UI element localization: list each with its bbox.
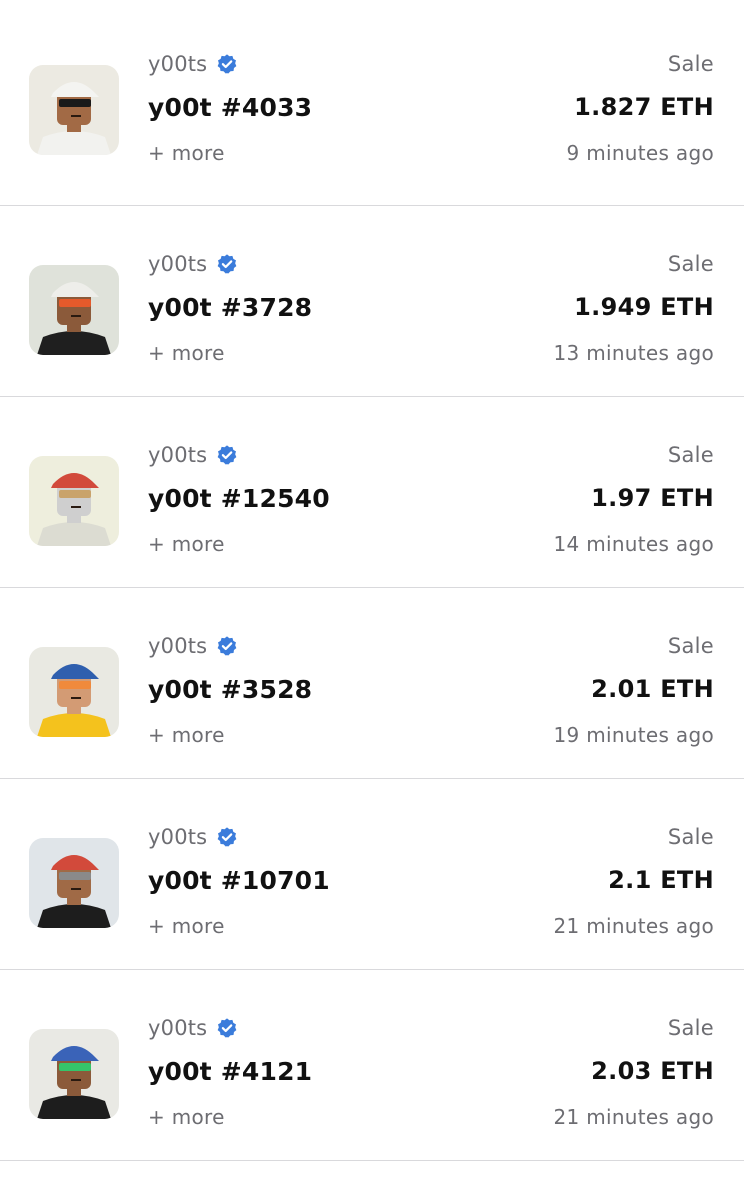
sale-price: 2.01 ETH [591,675,714,703]
nft-avatar-image [29,1029,119,1119]
sale-timestamp[interactable]: 21 minutes ago [553,914,714,938]
nft-item-name[interactable]: y00t #12540 [148,484,330,513]
sale-price: 1.97 ETH [591,484,714,512]
sale-price: 1.827 ETH [574,93,714,121]
collection-label: y00ts [148,825,208,849]
sales-activity-list: y00ts y00t #4033 + more Sale 1.827 ETH 9… [0,0,744,1161]
collection-name[interactable]: y00ts [148,252,238,276]
more-items-link[interactable]: + more [148,723,225,747]
event-type: Sale [667,634,714,658]
more-items-link[interactable]: + more [148,532,225,556]
nft-thumbnail[interactable] [29,1029,119,1119]
nft-thumbnail[interactable] [29,456,119,546]
sale-timestamp[interactable]: 9 minutes ago [567,141,714,165]
sale-timestamp[interactable]: 21 minutes ago [553,1105,714,1129]
verified-badge-icon [216,444,238,466]
sale-row[interactable]: y00ts y00t #4033 + more Sale 1.827 ETH 9… [0,0,744,206]
sale-price: 2.03 ETH [591,1057,714,1085]
collection-label: y00ts [148,252,208,276]
sale-row[interactable]: y00ts y00t #4121 + more Sale 2.03 ETH 21… [0,970,744,1161]
collection-name[interactable]: y00ts [148,52,238,76]
verified-badge-icon [216,1017,238,1039]
sale-row[interactable]: y00ts y00t #3528 + more Sale 2.01 ETH 19… [0,588,744,779]
event-type: Sale [667,1016,714,1040]
verified-badge-icon [216,826,238,848]
nft-item-name[interactable]: y00t #4121 [148,1057,312,1086]
collection-name[interactable]: y00ts [148,825,238,849]
nft-item-name[interactable]: y00t #4033 [148,93,312,122]
event-type: Sale [667,252,714,276]
collection-name[interactable]: y00ts [148,1016,238,1040]
collection-label: y00ts [148,1016,208,1040]
sale-price: 1.949 ETH [574,293,714,321]
nft-item-name[interactable]: y00t #10701 [148,866,330,895]
sale-row[interactable]: y00ts y00t #3728 + more Sale 1.949 ETH 1… [0,206,744,397]
nft-thumbnail[interactable] [29,65,119,155]
verified-badge-icon [216,253,238,275]
nft-avatar-image [29,456,119,546]
verified-badge-icon [216,635,238,657]
sale-timestamp[interactable]: 14 minutes ago [553,532,714,556]
collection-label: y00ts [148,52,208,76]
nft-avatar-image [29,265,119,355]
sale-row[interactable]: y00ts y00t #10701 + more Sale 2.1 ETH 21… [0,779,744,970]
more-items-link[interactable]: + more [148,141,225,165]
more-items-link[interactable]: + more [148,341,225,365]
collection-name[interactable]: y00ts [148,634,238,658]
nft-thumbnail[interactable] [29,265,119,355]
collection-label: y00ts [148,634,208,658]
nft-thumbnail[interactable] [29,838,119,928]
nft-avatar-image [29,65,119,155]
event-type: Sale [667,52,714,76]
sale-price: 2.1 ETH [608,866,714,894]
nft-avatar-image [29,647,119,737]
collection-label: y00ts [148,443,208,467]
sale-timestamp[interactable]: 19 minutes ago [553,723,714,747]
more-items-link[interactable]: + more [148,1105,225,1129]
sale-timestamp[interactable]: 13 minutes ago [553,341,714,365]
sale-row[interactable]: y00ts y00t #12540 + more Sale 1.97 ETH 1… [0,397,744,588]
event-type: Sale [667,825,714,849]
event-type: Sale [667,443,714,467]
verified-badge-icon [216,53,238,75]
nft-item-name[interactable]: y00t #3728 [148,293,312,322]
nft-avatar-image [29,838,119,928]
more-items-link[interactable]: + more [148,914,225,938]
nft-item-name[interactable]: y00t #3528 [148,675,312,704]
collection-name[interactable]: y00ts [148,443,238,467]
nft-thumbnail[interactable] [29,647,119,737]
